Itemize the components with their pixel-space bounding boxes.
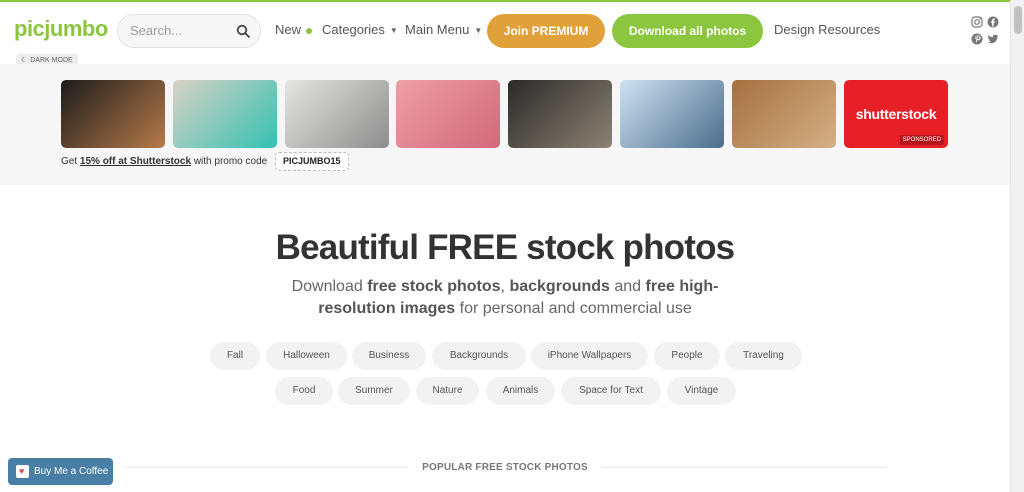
tag-iphone-wallpapers[interactable]: iPhone Wallpapers [531, 342, 648, 370]
hero-sub-comma: , [500, 278, 505, 295]
tag-fall[interactable]: Fall [210, 342, 260, 370]
join-premium-button[interactable]: Join PREMIUM [487, 14, 605, 48]
tag-halloween[interactable]: Halloween [266, 342, 347, 370]
sponsored-badge: SPONSORED [899, 135, 944, 145]
nav-categories[interactable]: Categories ▼ [322, 22, 398, 37]
tag-backgrounds[interactable]: Backgrounds [432, 342, 526, 370]
hero-sub-text-2: and [614, 278, 642, 295]
hero-sub-bold-1: free stock photos [367, 278, 501, 295]
twitter-icon[interactable] [987, 33, 999, 45]
sneakers-wood-photo[interactable] [732, 80, 836, 148]
shutterstock-sponsor-tile[interactable]: shutterstock SPONSORED [844, 80, 948, 148]
moon-icon: ☾ [21, 57, 28, 64]
site-header: picjumbo New Categories ▼ Main Menu ▼ Join… [0, 2, 1010, 68]
fitness-equipment-photo[interactable] [173, 80, 277, 148]
tag-vintage[interactable]: Vintage [667, 377, 736, 405]
nav-design-resources[interactable]: Design Resources [774, 22, 880, 37]
nav-main-menu-label: Main Menu [405, 22, 470, 37]
nav-new[interactable]: New [275, 22, 313, 37]
search-icon[interactable] [236, 24, 250, 38]
lunge-exercise-photo[interactable] [285, 80, 389, 148]
search-input[interactable] [130, 23, 230, 38]
tag-summer[interactable]: Summer [338, 377, 410, 405]
coffee-cup-icon: ♥ [16, 465, 29, 478]
nav-main-menu[interactable]: Main Menu ▼ [405, 22, 482, 37]
tag-animals[interactable]: Animals [486, 377, 555, 405]
chevron-down-icon: ▼ [474, 26, 483, 35]
page-title: Beautiful FREE stock photos [275, 228, 736, 267]
tag-food[interactable]: Food [275, 377, 333, 405]
buy-me-a-coffee-label: Buy Me a Coffee [34, 466, 109, 477]
hero-sub-bold-2: backgrounds [509, 278, 610, 295]
nav-categories-label: Categories [322, 22, 385, 37]
tag-people[interactable]: People [654, 342, 720, 370]
facebook-icon[interactable] [987, 16, 999, 28]
section-heading-label: POPULAR FREE STOCK PHOTOS [408, 462, 602, 473]
promo-text-suffix: with promo code [193, 156, 268, 167]
hero-subtitle: Download free stock photos, backgrounds … [290, 276, 720, 320]
yoga-mat-woman-photo[interactable] [396, 80, 500, 148]
dark-mode-label: DARK MODE [30, 57, 73, 64]
search-box[interactable] [117, 14, 261, 48]
page-scrollbar[interactable] [1010, 0, 1024, 492]
pinterest-icon[interactable] [971, 33, 983, 45]
tag-traveling[interactable]: Traveling [725, 342, 802, 370]
buy-me-a-coffee-button[interactable]: ♥ Buy Me a Coffee [8, 458, 113, 485]
scrollbar-thumb[interactable] [1014, 6, 1022, 34]
site-logo[interactable]: picjumbo [14, 16, 108, 42]
hero-sub-text-3: for personal and commercial use [459, 300, 692, 317]
nav-new-label: New [275, 22, 302, 37]
promo-code-badge[interactable]: PICJUMBO15 [275, 152, 349, 171]
gym-workout-photo[interactable] [61, 80, 165, 148]
shutterstock-promo-banner: shutterstock SPONSORED Get 15% off at Sh… [0, 64, 1010, 185]
new-dot-indicator [306, 27, 313, 34]
section-heading: POPULAR FREE STOCK PHOTOS [0, 462, 1010, 473]
download-all-photos-button[interactable]: Download all photos [612, 14, 763, 48]
instagram-icon[interactable] [971, 16, 983, 28]
tag-nature[interactable]: Nature [416, 377, 479, 405]
tag-business[interactable]: Business [352, 342, 426, 370]
promo-discount-link[interactable]: 15% off at Shutterstock [80, 156, 191, 167]
shutterstock-logo: shutterstock [855, 106, 937, 122]
tag-space-for-text[interactable]: Space for Text [561, 377, 661, 405]
group-fitness-class-photo[interactable] [508, 80, 612, 148]
hero-sub-text-1: Download [291, 278, 363, 295]
seaside-stairs-run-photo[interactable] [620, 80, 724, 148]
chevron-down-icon: ▼ [389, 26, 398, 35]
promo-text: Get 15% off at Shutterstock with promo c… [61, 156, 267, 167]
promo-text-prefix: Get [61, 156, 78, 167]
